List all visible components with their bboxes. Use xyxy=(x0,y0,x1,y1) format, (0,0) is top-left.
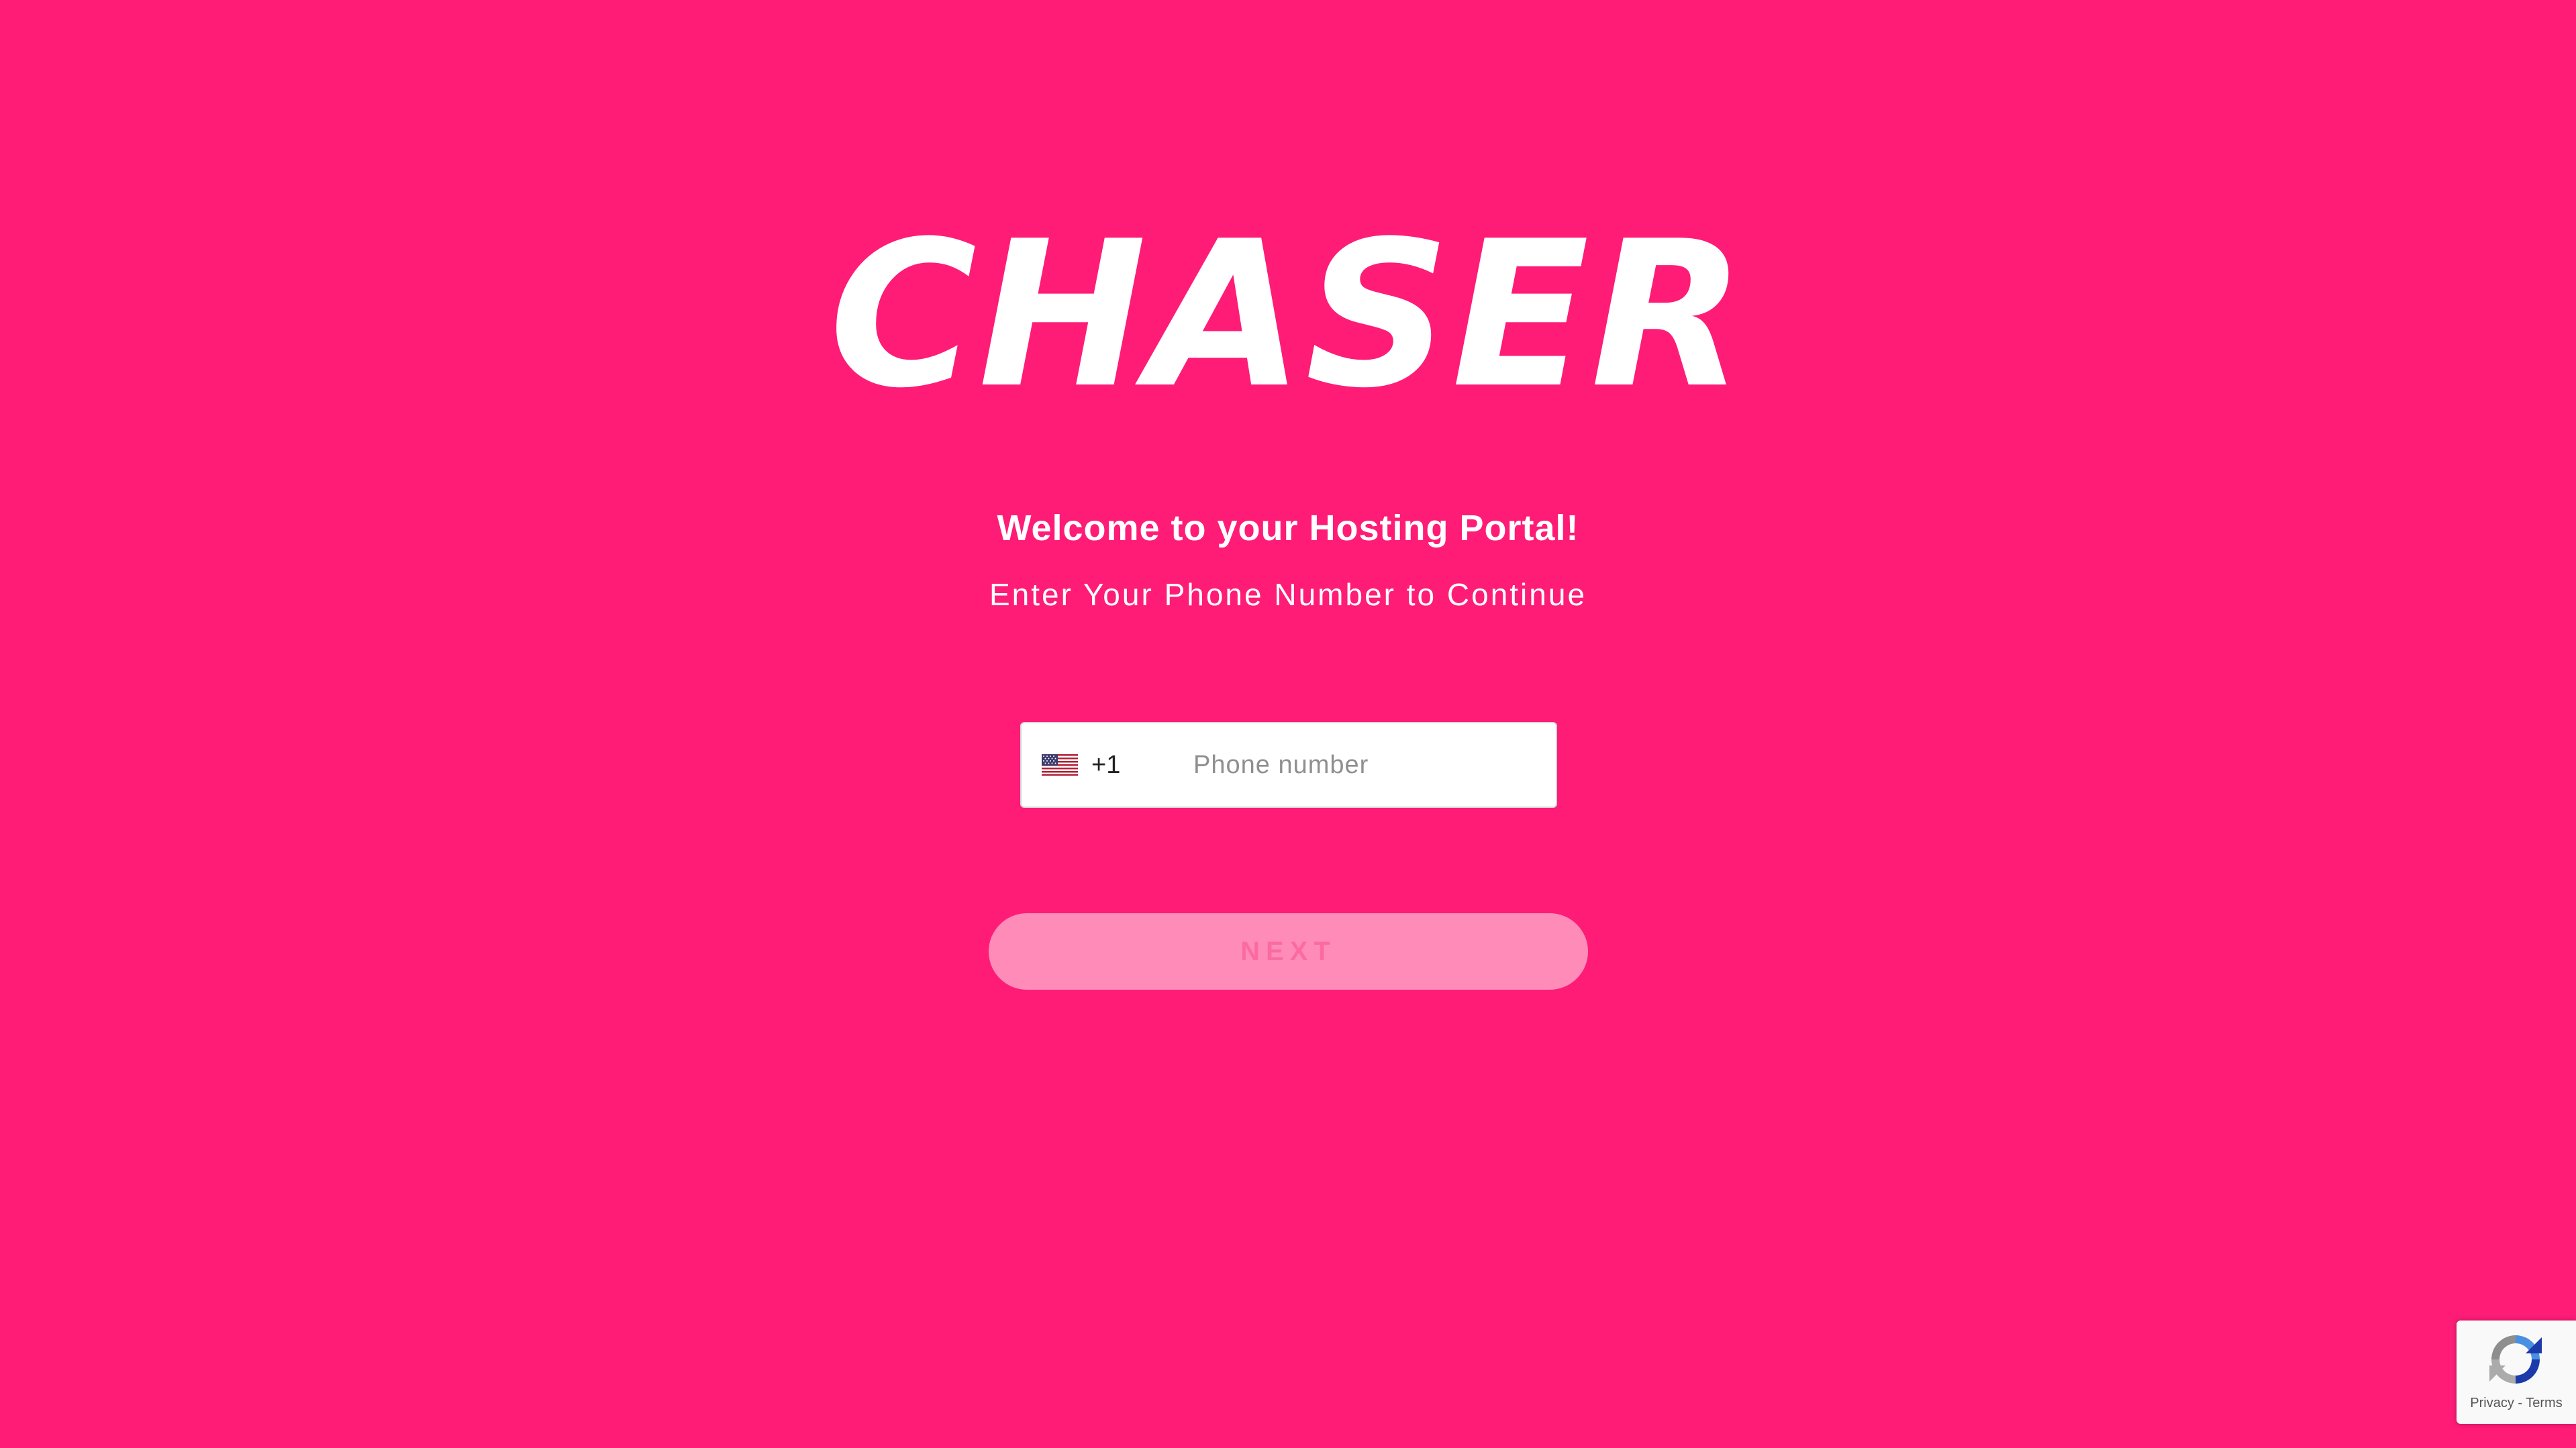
recaptcha-icon xyxy=(2489,1335,2542,1384)
country-selector[interactable]: +1 xyxy=(1042,723,1120,807)
welcome-subtitle: Enter Your Phone Number to Continue xyxy=(989,577,1587,612)
recaptcha-separator: - xyxy=(2514,1396,2526,1410)
next-button[interactable]: NEXT xyxy=(989,913,1588,990)
phone-number-input[interactable] xyxy=(1193,738,1542,792)
recaptcha-badge[interactable]: Privacy - Terms xyxy=(2457,1321,2576,1424)
recaptcha-terms-link[interactable]: Terms xyxy=(2526,1396,2562,1410)
us-flag-icon xyxy=(1042,754,1078,776)
recaptcha-privacy-link[interactable]: Privacy xyxy=(2470,1396,2514,1410)
welcome-title: Welcome to your Hosting Portal! xyxy=(997,508,1579,548)
dial-code: +1 xyxy=(1091,750,1121,779)
chaser-logo: CHASER xyxy=(829,198,1747,432)
recaptcha-links: Privacy - Terms xyxy=(2457,1396,2576,1411)
phone-number-field: +1 xyxy=(1020,722,1557,808)
